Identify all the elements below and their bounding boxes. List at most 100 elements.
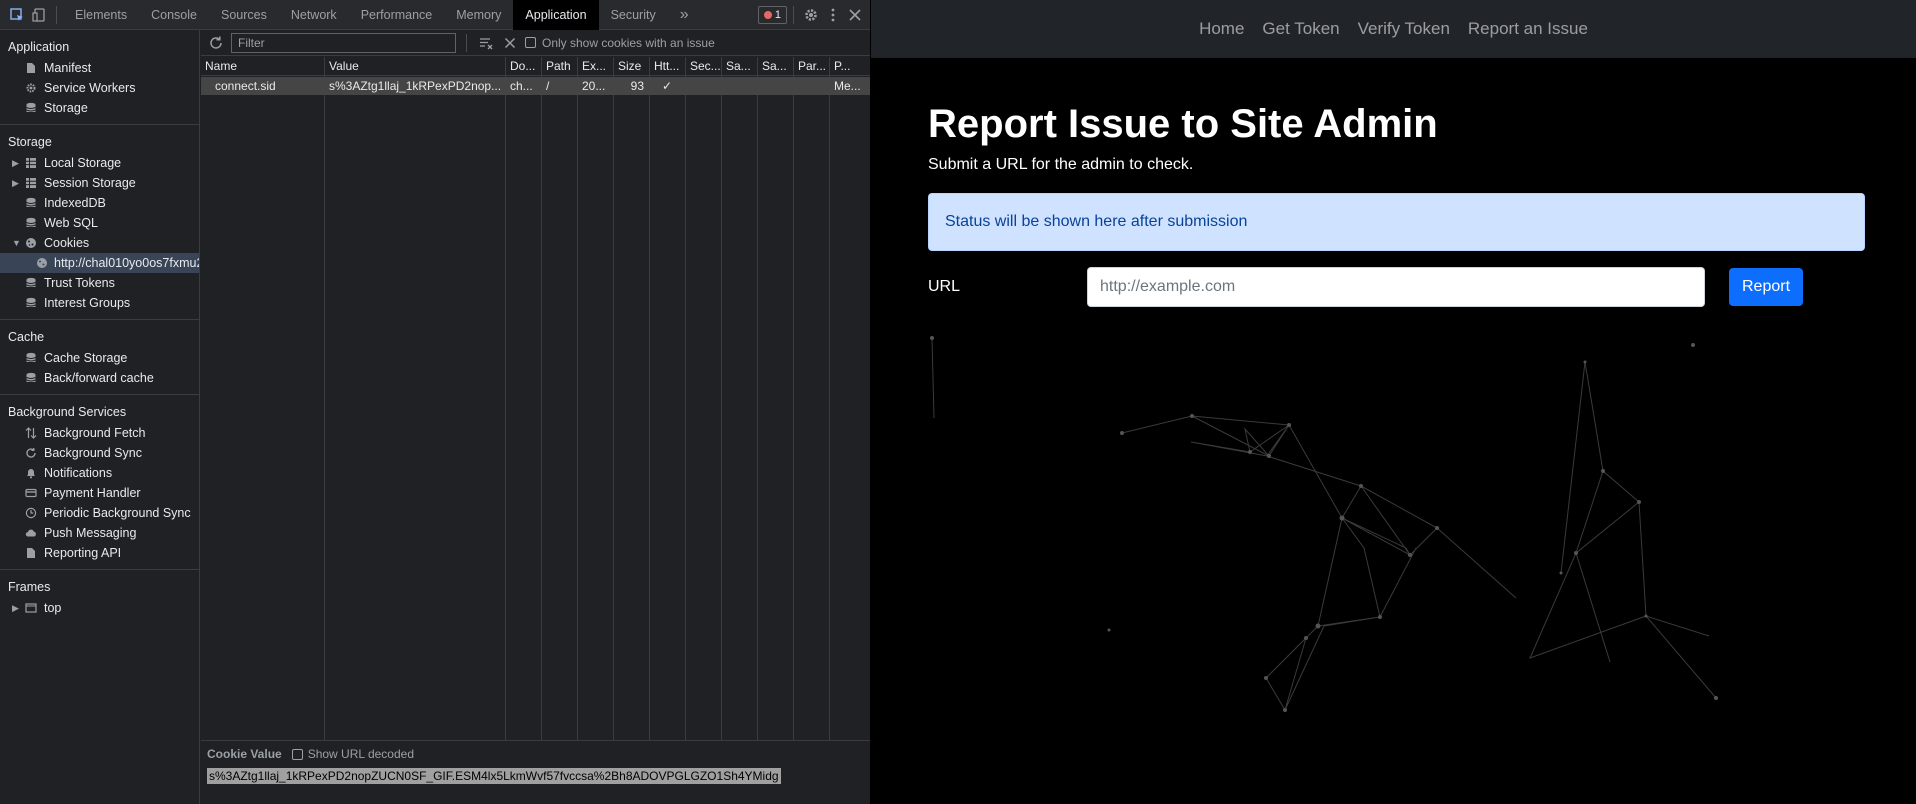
sidebar-item-indexeddb[interactable]: IndexedDB <box>0 193 199 213</box>
column-divider <box>578 57 614 769</box>
tab-memory[interactable]: Memory <box>444 0 513 30</box>
device-toolbar-icon[interactable] <box>28 4 50 26</box>
report-button[interactable]: Report <box>1729 268 1804 306</box>
column-header-name[interactable]: Name <box>201 57 325 76</box>
column-header-samesite[interactable]: Sa... <box>722 57 758 76</box>
sidebar-item-label: Notifications <box>44 466 113 480</box>
tab-security[interactable]: Security <box>599 0 668 30</box>
error-count-badge[interactable]: 1 <box>757 5 787 24</box>
column-header-expires[interactable]: Ex... <box>578 57 614 76</box>
only-issues-checkbox[interactable] <box>525 37 536 48</box>
refresh-icon[interactable] <box>207 32 225 54</box>
cookie-value-text[interactable]: s%3AZtg1llaj_1kRPexPD2nopZUCN0SF_GIF.ESM… <box>207 768 781 784</box>
cookie-samesite-cell <box>722 77 758 95</box>
sidebar-item-periodic-background-sync[interactable]: Periodic Background Sync <box>0 503 199 523</box>
tab-sources[interactable]: Sources <box>209 0 279 30</box>
column-divider <box>614 57 650 769</box>
only-issues-label: Only show cookies with an issue <box>542 35 715 50</box>
cookie-sameparty-cell <box>758 77 794 95</box>
database-icon <box>24 216 38 230</box>
cookies-toolbar: Only show cookies with an issue <box>201 30 870 56</box>
nav-link-get-token[interactable]: Get Token <box>1260 19 1341 39</box>
sidebar-item-label: Cookies <box>44 236 90 250</box>
tab-network[interactable]: Network <box>279 0 349 30</box>
expand-arrow-icon[interactable]: ▶ <box>12 178 19 189</box>
column-header-size[interactable]: Size <box>614 57 650 76</box>
up-down-arrows-icon <box>24 426 38 440</box>
collapse-arrow-icon[interactable]: ▼ <box>12 238 21 248</box>
close-icon[interactable] <box>844 4 866 26</box>
devtools-panel: Elements Console Sources Network Perform… <box>0 0 870 804</box>
tab-application[interactable]: Application <box>513 0 599 30</box>
sidebar-item-label: Push Messaging <box>44 526 137 540</box>
frame-icon <box>24 601 38 615</box>
nav-link-verify-token[interactable]: Verify Token <box>1356 19 1452 39</box>
column-header-path[interactable]: Path <box>542 57 578 76</box>
database-icon <box>24 276 38 290</box>
sidebar-item-push-messaging[interactable]: Push Messaging <box>0 523 199 543</box>
url-label: URL <box>928 278 961 295</box>
column-header-secure[interactable]: Sec... <box>686 57 722 76</box>
sidebar-item-trust-tokens[interactable]: Trust Tokens <box>0 273 199 293</box>
sidebar-item-cookies[interactable]: ▼ Cookies <box>0 233 199 253</box>
sidebar-item-web-sql[interactable]: Web SQL <box>0 213 199 233</box>
sidebar-section-background-services: Background Services Background Fetch Bac… <box>0 395 199 570</box>
sidebar-item-payment-handler[interactable]: Payment Handler <box>0 483 199 503</box>
sidebar-item-notifications[interactable]: Notifications <box>0 463 199 483</box>
sidebar-item-label: Payment Handler <box>44 486 141 500</box>
filter-input[interactable] <box>231 32 456 53</box>
show-url-decoded-checkbox[interactable] <box>291 748 303 760</box>
column-header-domain[interactable]: Do... <box>506 57 542 76</box>
cookie-path-cell: / <box>546 79 550 93</box>
sidebar-item-back-forward-cache[interactable]: Back/forward cache <box>0 368 199 388</box>
sidebar-item-background-sync[interactable]: Background Sync <box>0 443 199 463</box>
table-row[interactable]: connect.sid s%3AZtg1llaj_1kRPexPD2nop...… <box>201 77 870 95</box>
sidebar-item-storage[interactable]: Storage <box>0 98 199 118</box>
sidebar-item-cookie-origin[interactable]: http://chal010yo0os7fxmu2 <box>0 253 199 273</box>
navbar: Home Get Token Verify Token Report an Is… <box>871 0 1916 58</box>
sidebar-item-label: Background Sync <box>44 446 142 460</box>
tab-console[interactable]: Console <box>139 0 209 30</box>
sidebar-item-service-workers[interactable]: Service Workers <box>0 78 199 98</box>
sidebar-item-local-storage[interactable]: ▶ Local Storage <box>0 153 199 173</box>
sidebar-item-reporting-api[interactable]: Reporting API <box>0 543 199 563</box>
sidebar-item-background-fetch[interactable]: Background Fetch <box>0 423 199 443</box>
sidebar-item-session-storage[interactable]: ▶ Session Storage <box>0 173 199 193</box>
sidebar-section-cache: Cache Cache Storage Back/forward cache <box>0 320 199 395</box>
column-header-partition-key[interactable]: Par... <box>794 57 830 76</box>
report-form-container: Report Issue to Site Admin Submit a URL … <box>928 100 1865 307</box>
sidebar-item-label: IndexedDB <box>44 196 106 210</box>
sidebar-item-label: Reporting API <box>44 546 122 560</box>
column-header-value[interactable]: Value <box>325 57 506 76</box>
column-header-httponly[interactable]: Htt... <box>650 57 686 76</box>
expand-arrow-icon[interactable]: ▶ <box>12 603 19 614</box>
sidebar-item-label: Service Workers <box>44 81 136 95</box>
inspect-element-icon[interactable] <box>6 4 28 26</box>
nav-link-home[interactable]: Home <box>1197 19 1246 39</box>
sidebar-item-frame-top[interactable]: ▶ top <box>0 598 199 618</box>
sidebar-item-label: Storage <box>44 101 88 115</box>
more-tabs-button[interactable]: » <box>668 0 701 30</box>
sidebar-item-interest-groups[interactable]: Interest Groups <box>0 293 199 313</box>
kebab-menu-icon[interactable] <box>822 4 844 26</box>
column-header-sameparty[interactable]: Sa... <box>758 57 794 76</box>
url-input[interactable] <box>1087 267 1705 307</box>
column-divider <box>325 57 506 769</box>
credit-card-icon <box>24 486 38 500</box>
expand-arrow-icon[interactable]: ▶ <box>12 158 19 169</box>
clear-all-cookies-icon[interactable] <box>501 32 519 54</box>
sidebar-item-manifest[interactable]: Manifest <box>0 58 199 78</box>
gear-icon[interactable] <box>800 4 822 26</box>
clear-filtered-cookies-icon[interactable] <box>477 32 495 54</box>
cookie-priority-cell: Me... <box>834 79 861 93</box>
column-header-priority[interactable]: P... <box>830 57 870 76</box>
sidebar-section-frames: Frames ▶ top <box>0 570 199 624</box>
database-icon <box>24 296 38 310</box>
tab-elements[interactable]: Elements <box>63 0 139 30</box>
file-icon <box>24 61 38 75</box>
tab-performance[interactable]: Performance <box>349 0 445 30</box>
database-icon <box>24 371 38 385</box>
sidebar-heading: Background Services <box>8 405 127 419</box>
nav-link-report-issue[interactable]: Report an Issue <box>1466 19 1590 39</box>
sidebar-item-cache-storage[interactable]: Cache Storage <box>0 348 199 368</box>
